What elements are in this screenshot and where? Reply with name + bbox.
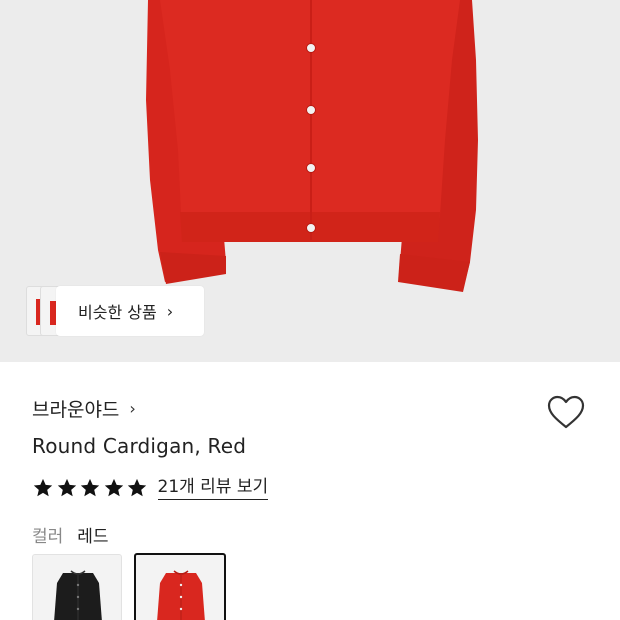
color-label: 컬러 xyxy=(32,527,64,547)
heart-icon[interactable] xyxy=(546,394,586,432)
color-value: 레드 xyxy=(77,527,109,547)
color-swatch-red[interactable] xyxy=(134,553,226,620)
similar-products-label: 비슷한 상품 xyxy=(78,303,157,322)
star-icon xyxy=(33,478,53,497)
brand-link[interactable]: 브라운야드 › xyxy=(32,395,136,422)
black-cardigan-thumbnail xyxy=(54,570,102,620)
brand-name: 브라운야드 xyxy=(32,399,120,421)
star-icon xyxy=(127,478,147,497)
color-selection: 컬러 레드 xyxy=(32,522,109,547)
rating-stars xyxy=(32,477,150,499)
color-swatch-black[interactable] xyxy=(32,554,122,620)
similar-products-button[interactable]: 비슷한 상품 › xyxy=(56,286,204,336)
product-image[interactable]: 비슷한 상품 › xyxy=(0,0,620,362)
chevron-right-icon: › xyxy=(129,399,136,418)
star-icon xyxy=(57,478,76,497)
review-link[interactable]: 21개 리뷰 보기 xyxy=(157,476,269,500)
red-cardigan-thumbnail xyxy=(157,570,205,620)
chevron-right-icon: › xyxy=(166,301,174,321)
rating-row: 21개 리뷰 보기 xyxy=(32,476,269,500)
star-icon xyxy=(80,478,100,497)
product-title: Round Cardigan, Red xyxy=(32,434,247,458)
star-icon xyxy=(104,478,123,497)
